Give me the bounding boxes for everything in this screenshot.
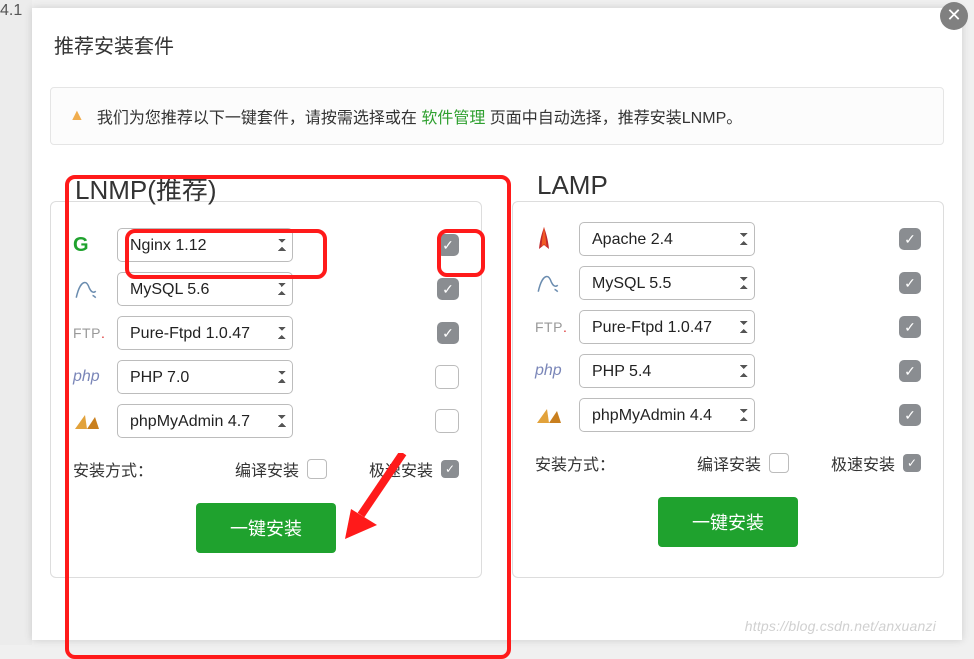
- install-mode-label: 安装方式：: [73, 457, 153, 481]
- lnmp-card: LNMP(推荐) G Nginx 1.12 ✓ MySQL 5.6 ✓: [50, 201, 482, 578]
- lamp-pma-select[interactable]: phpMyAdmin 4.4: [579, 398, 755, 432]
- modal-title: 推荐安装套件: [32, 8, 962, 77]
- watermark: https://blog.csdn.net/anxuanzi: [745, 618, 936, 634]
- lnmp-fast-checkbox[interactable]: ✓: [441, 460, 459, 478]
- ftp-select[interactable]: Pure-Ftpd 1.0.47: [117, 316, 293, 350]
- phpmyadmin-icon: [535, 405, 579, 425]
- lamp-row-apache: Apache 2.4 ✓: [535, 217, 921, 261]
- background-fragment: 4.1: [0, 0, 32, 645]
- lamp-php-checkbox[interactable]: ✓: [899, 360, 921, 382]
- lnmp-row-ftp: FTP. Pure-Ftpd 1.0.47 ✓: [73, 311, 459, 355]
- nginx-select[interactable]: Nginx 1.12: [117, 228, 293, 262]
- fast-label: 极速安装: [831, 451, 895, 475]
- lamp-install-button[interactable]: 一键安装: [658, 497, 798, 547]
- warning-icon: ▲: [69, 107, 85, 125]
- lamp-compile-checkbox[interactable]: ✓: [769, 453, 789, 473]
- lnmp-row-php: php PHP 7.0 ✓: [73, 355, 459, 399]
- ftp-checkbox[interactable]: ✓: [437, 322, 459, 344]
- lamp-row-pma: phpMyAdmin 4.4 ✓: [535, 393, 921, 437]
- php-icon: php: [535, 362, 579, 380]
- lamp-row-mysql: MySQL 5.5 ✓: [535, 261, 921, 305]
- lamp-mysql-checkbox[interactable]: ✓: [899, 272, 921, 294]
- mysql-checkbox[interactable]: ✓: [437, 278, 459, 300]
- nginx-icon: G: [73, 234, 117, 257]
- mysql-icon: [73, 276, 117, 302]
- alert-post: 页面中自动选择，推荐安装LNMP。: [490, 110, 742, 127]
- compile-label: 编译安装: [697, 451, 761, 475]
- lamp-card: LAMP Apache 2.4 ✓ MySQL 5.5 ✓ FTP. Pure-…: [512, 201, 944, 578]
- install-mode-label: 安装方式：: [535, 451, 615, 475]
- lamp-ftp-select[interactable]: Pure-Ftpd 1.0.47: [579, 310, 755, 344]
- recommend-alert: ▲ 我们为您推荐以下一键套件，请按需选择或在 软件管理 页面中自动选择，推荐安装…: [50, 87, 944, 145]
- lamp-mysql-select[interactable]: MySQL 5.5: [579, 266, 755, 300]
- compile-label: 编译安装: [235, 457, 299, 481]
- lamp-php-select[interactable]: PHP 5.4: [579, 354, 755, 388]
- apache-checkbox[interactable]: ✓: [899, 228, 921, 250]
- lamp-pma-checkbox[interactable]: ✓: [899, 404, 921, 426]
- lamp-row-ftp: FTP. Pure-Ftpd 1.0.47 ✓: [535, 305, 921, 349]
- lnmp-row-nginx: G Nginx 1.12 ✓: [73, 223, 459, 267]
- phpmyadmin-icon: [73, 411, 117, 431]
- lamp-fast-checkbox[interactable]: ✓: [903, 454, 921, 472]
- php-checkbox[interactable]: ✓: [435, 365, 459, 389]
- lamp-row-php: php PHP 5.4 ✓: [535, 349, 921, 393]
- install-suite-modal: ✕ 推荐安装套件 ▲ 我们为您推荐以下一键套件，请按需选择或在 软件管理 页面中…: [32, 8, 962, 640]
- mysql-icon: [535, 270, 579, 296]
- suite-cards-row: LNMP(推荐) G Nginx 1.12 ✓ MySQL 5.6 ✓: [32, 201, 962, 578]
- close-button[interactable]: ✕: [940, 2, 968, 30]
- ftp-icon: FTP.: [73, 325, 117, 341]
- ftp-icon: FTP.: [535, 319, 579, 335]
- pma-checkbox[interactable]: ✓: [435, 409, 459, 433]
- lnmp-install-button[interactable]: 一键安装: [196, 503, 336, 553]
- software-manage-link[interactable]: 软件管理: [421, 110, 485, 127]
- alert-pre: 我们为您推荐以下一键套件，请按需选择或在: [97, 110, 417, 127]
- nginx-checkbox[interactable]: ✓: [437, 234, 459, 256]
- lamp-title: LAMP: [537, 170, 921, 201]
- alert-text: 我们为您推荐以下一键套件，请按需选择或在 软件管理 页面中自动选择，推荐安装LN…: [97, 104, 742, 128]
- lamp-ftp-checkbox[interactable]: ✓: [899, 316, 921, 338]
- lnmp-title: LNMP(推荐): [75, 170, 459, 207]
- apache-icon: [535, 225, 579, 253]
- php-icon: php: [73, 368, 117, 386]
- mysql-select[interactable]: MySQL 5.6: [117, 272, 293, 306]
- lamp-install-mode: 安装方式： 编译安装 ✓ 极速安装 ✓: [535, 451, 921, 475]
- apache-select[interactable]: Apache 2.4: [579, 222, 755, 256]
- pma-select[interactable]: phpMyAdmin 4.7: [117, 404, 293, 438]
- lnmp-row-mysql: MySQL 5.6 ✓: [73, 267, 459, 311]
- lnmp-row-pma: phpMyAdmin 4.7 ✓: [73, 399, 459, 443]
- lnmp-install-mode: 安装方式： 编译安装 ✓ 极速安装 ✓: [73, 457, 459, 481]
- lnmp-compile-checkbox[interactable]: ✓: [307, 459, 327, 479]
- fast-label: 极速安装: [369, 457, 433, 481]
- php-select[interactable]: PHP 7.0: [117, 360, 293, 394]
